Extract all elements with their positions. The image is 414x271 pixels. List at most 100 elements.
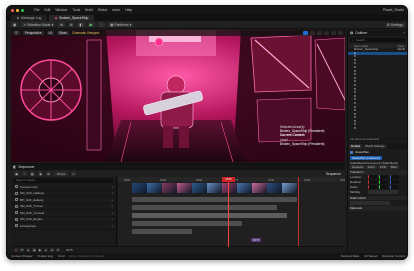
revision-control-button[interactable]: Revision Control (382, 254, 405, 258)
scale-y-input[interactable] (379, 185, 388, 189)
playhead-frame[interactable]: 0075 (222, 177, 235, 182)
clip-bar[interactable] (132, 221, 242, 226)
grid-snap-button[interactable] (324, 30, 329, 36)
derived-data-button[interactable]: Derived Data (341, 254, 359, 258)
rotate-tool-button[interactable] (310, 30, 315, 36)
add-track-icon[interactable]: + (111, 185, 113, 189)
current-frame-field[interactable]: 0075 (66, 248, 73, 252)
rotation-z-input[interactable] (390, 180, 399, 184)
sequence-name-label[interactable]: Sequence (326, 172, 341, 176)
rotation-snap-button[interactable] (331, 30, 336, 36)
menu-help[interactable]: Help (125, 8, 132, 12)
menu-actor[interactable]: Actor (112, 8, 120, 12)
find-in-browser-button[interactable]: ⌕ (22, 171, 27, 176)
render-button[interactable]: ◧ (30, 171, 35, 176)
prev-frame-button[interactable]: ◂ (26, 248, 30, 252)
add-track-icon[interactable]: + (111, 198, 113, 202)
outliner-row[interactable]: Broken_Spaceship World (348, 47, 407, 52)
tab-details[interactable]: Details (349, 144, 363, 149)
playhead[interactable] (228, 177, 229, 247)
scale-tool-button[interactable] (317, 30, 322, 36)
location-z-input[interactable] (390, 175, 399, 179)
blueprint-button[interactable]: ⧉ (67, 22, 75, 27)
translate-tool-button[interactable] (303, 30, 308, 36)
close-window-button[interactable] (11, 8, 14, 12)
settings-button[interactable]: ⚙ Settings (384, 22, 405, 28)
menu-select[interactable]: Select (98, 8, 107, 12)
menu-file[interactable]: File (34, 8, 39, 12)
end-range-marker[interactable] (298, 177, 299, 247)
sequencer-track-row[interactable]: Atmosphere + (11, 223, 116, 230)
jump-end-button[interactable]: ⏭ (50, 248, 54, 252)
play-options-button[interactable]: ⋮ (97, 22, 106, 27)
console-command-input[interactable]: Enter Console Command (70, 254, 105, 258)
all-saved-button[interactable]: All Saved (364, 254, 377, 258)
filter-general[interactable]: General (350, 165, 365, 169)
menu-edit[interactable]: Edit (44, 8, 50, 12)
add-track-icon[interactable]: + (111, 224, 113, 228)
camera-speed-button[interactable] (338, 30, 343, 36)
settings-button[interactable]: ⚙ (46, 171, 51, 176)
clip-bar[interactable] (132, 229, 192, 234)
minimize-window-button[interactable] (16, 8, 19, 12)
location-y-input[interactable] (379, 175, 388, 179)
menu-tools[interactable]: Tools (72, 8, 80, 12)
clip-bar[interactable] (132, 197, 297, 202)
jump-start-button[interactable]: ⏮ (20, 248, 24, 252)
track-search-input[interactable]: Search Tracks (14, 178, 113, 183)
filter-actor[interactable]: Actor (365, 165, 377, 169)
save-button[interactable]: ▣ (11, 22, 19, 27)
scale-x-input[interactable] (368, 185, 377, 189)
track-list: Search Tracks Camera Cuts + SM_Scifi_Hallw… (11, 177, 117, 247)
menu-build[interactable]: Build (85, 8, 93, 12)
static-mesh-picker[interactable] (350, 200, 390, 205)
content-drawer-button[interactable]: Content Drawer (11, 254, 33, 258)
perspective-button[interactable]: Perspective (22, 30, 44, 36)
play-reverse-button[interactable]: ◀ (32, 248, 36, 252)
add-track-icon[interactable]: + (111, 211, 113, 215)
next-frame-button[interactable]: ▸ (44, 248, 48, 252)
clip-bar[interactable] (132, 213, 287, 218)
static-mesh-row (348, 200, 407, 205)
menu-window[interactable]: Window (55, 8, 67, 12)
play-button[interactable]: ▶ (87, 22, 95, 27)
filter-misc[interactable]: Misc (388, 165, 400, 169)
record-button[interactable]: ● (14, 248, 18, 252)
level-viewport[interactable]: ☰ Perspective Lit Show Cinematic Viewpor… (11, 30, 345, 162)
component-selected[interactable]: GlassPlan (Instance) (350, 155, 382, 160)
location-x-input[interactable] (368, 175, 377, 179)
platforms-dropdown[interactable]: ▦ Platforms ▾ (108, 22, 134, 27)
add-track-icon[interactable]: + (111, 217, 113, 221)
project-title: Planet_Studio (382, 8, 404, 12)
output-log-button[interactable]: Output Log (38, 254, 53, 258)
add-track-icon[interactable]: + (111, 204, 113, 208)
add-content-button[interactable]: ⊕ (58, 22, 65, 27)
filter-lod[interactable]: LOD (377, 165, 388, 169)
rotation-x-input[interactable] (368, 180, 377, 184)
close-icon[interactable]: × (403, 31, 405, 35)
cmd-dropdown[interactable]: Cmd (58, 254, 65, 258)
materials-section[interactable]: Materials (348, 206, 407, 211)
rotation-y-input[interactable] (379, 180, 388, 184)
save-sequence-button[interactable]: ▣ (14, 171, 19, 176)
tab-world-settings[interactable]: World Settings (363, 144, 387, 149)
clip-bar[interactable] (132, 205, 277, 210)
fps-dropdown[interactable]: 30 fps (54, 171, 68, 176)
mobility-toggle[interactable] (368, 190, 398, 194)
add-track-icon[interactable]: + (111, 191, 113, 195)
cinematics-button[interactable]: ◧ (77, 22, 85, 27)
timeline-area[interactable]: 0000 0025 0050 0075 0100 0125 0150 0075 (118, 177, 345, 247)
camera-button[interactable]: ◉ (38, 171, 43, 176)
selection-mode-dropdown[interactable]: ➚ Selection Mode ▾ (21, 22, 56, 27)
play-button[interactable]: ▶ (38, 248, 42, 252)
loop-button[interactable]: ↻ (56, 248, 60, 252)
snap-button[interactable]: ∪ (71, 171, 76, 176)
scale-z-input[interactable] (390, 185, 399, 189)
show-button[interactable]: Show (56, 30, 69, 36)
viewport-options-button[interactable]: ☰ (13, 30, 20, 36)
maximize-window-button[interactable] (21, 8, 24, 12)
outliner-row[interactable]: B (348, 126, 407, 131)
save-icon: ▣ (13, 22, 17, 27)
lit-button[interactable]: Lit (46, 30, 54, 36)
outliner-search-input[interactable]: ⌕ Search... (350, 37, 405, 42)
